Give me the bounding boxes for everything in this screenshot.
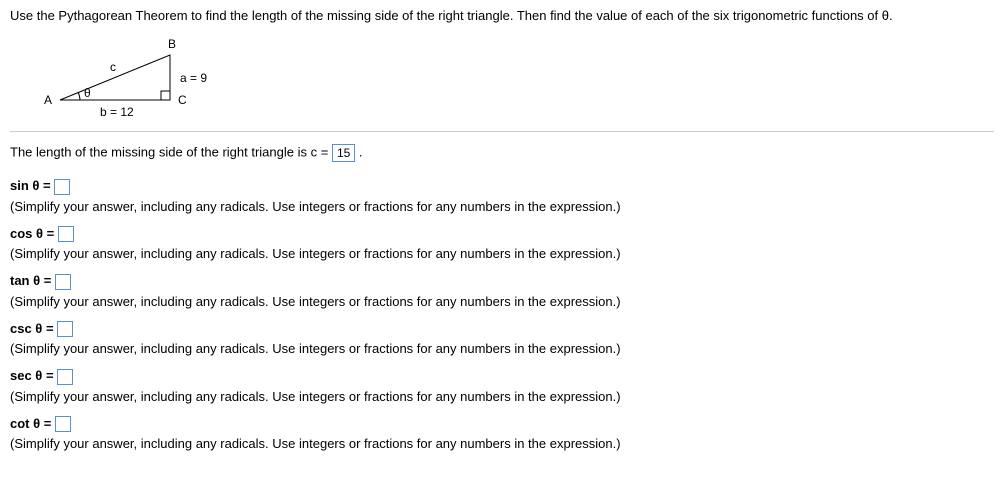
sin-input[interactable] [54,179,70,195]
csc-input[interactable] [57,321,73,337]
sec-hint: (Simplify your answer, including any rad… [10,389,994,404]
side-b-label: b = 12 [100,105,134,119]
cot-hint: (Simplify your answer, including any rad… [10,436,994,451]
tan-input[interactable] [55,274,71,290]
cot-input[interactable] [55,416,71,432]
angle-theta-label: θ [84,86,91,100]
sec-input[interactable] [57,369,73,385]
cot-label: cot θ = [10,416,51,431]
side-c-label: c [110,60,116,74]
divider [10,131,994,132]
vertex-b-label: B [168,37,176,51]
sin-hint: (Simplify your answer, including any rad… [10,199,994,214]
cos-label: cos θ = [10,226,54,241]
csc-hint: (Simplify your answer, including any rad… [10,341,994,356]
missing-side-text-after: . [359,144,363,159]
missing-side-line: The length of the missing side of the ri… [10,144,994,162]
side-a-label: a = 9 [180,71,207,85]
missing-side-input[interactable]: 15 [332,144,355,162]
sin-label: sin θ = [10,178,51,193]
vertex-c-label: C [178,93,187,107]
problem-instruction: Use the Pythagorean Theorem to find the … [10,8,994,23]
cos-input[interactable] [58,226,74,242]
tan-hint: (Simplify your answer, including any rad… [10,294,994,309]
tan-label: tan θ = [10,273,51,288]
cos-hint: (Simplify your answer, including any rad… [10,246,994,261]
missing-side-text-before: The length of the missing side of the ri… [10,144,328,159]
triangle-diagram: B A C c a = 9 b = 12 θ [40,35,260,125]
sec-label: sec θ = [10,368,54,383]
csc-label: csc θ = [10,321,54,336]
vertex-a-label: A [44,93,52,107]
triangle-svg [40,35,260,125]
